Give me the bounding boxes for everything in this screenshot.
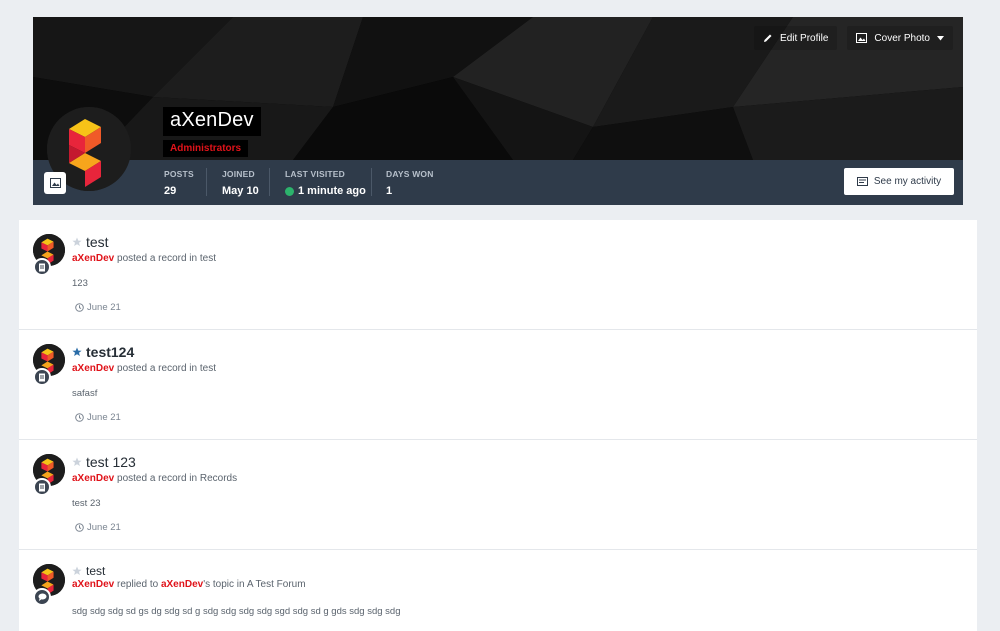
reply-type-badge xyxy=(33,588,51,606)
online-status-icon xyxy=(285,186,294,196)
item-meta: aXenDev posted a record in Records xyxy=(72,473,237,484)
stat-label: Posts xyxy=(164,169,194,179)
activity-item: test124 aXenDev posted a record in test … xyxy=(19,330,977,440)
stat-divider xyxy=(206,168,207,196)
item-body: test 23 xyxy=(72,498,101,509)
author-link[interactable]: aXenDev xyxy=(72,579,114,590)
stat-posts: Posts 29 xyxy=(164,169,194,197)
stat-value: May 10 xyxy=(222,185,259,197)
location-link[interactable]: test xyxy=(200,363,216,374)
stat-days-won: Days Won 1 xyxy=(386,169,434,197)
see-my-activity-button[interactable]: See my activity xyxy=(844,168,954,195)
item-action: posted a record in xyxy=(117,253,198,264)
stat-value: 29 xyxy=(164,185,177,197)
caret-down-icon xyxy=(937,35,944,40)
profile-username: aXenDev xyxy=(163,107,261,136)
star-outline-icon xyxy=(72,237,82,246)
item-time-text: June 21 xyxy=(87,302,121,313)
star-outline-icon xyxy=(72,566,82,575)
item-title-link[interactable]: test xyxy=(86,234,109,250)
item-body: sdg sdg sdg sd gs dg sdg sd g sdg sdg sd… xyxy=(72,606,401,617)
document-icon xyxy=(39,263,45,271)
author-link[interactable]: aXenDev xyxy=(72,253,114,264)
item-title-link[interactable]: test xyxy=(86,564,105,578)
profile-header: Edit Profile Cover Photo aXenDev Adminis… xyxy=(33,17,963,205)
stat-label: Joined xyxy=(222,169,255,179)
item-title-link[interactable]: test 123 xyxy=(86,454,136,470)
item-timestamp[interactable]: June 21 xyxy=(75,522,121,533)
activity-item: test 123 aXenDev posted a record in Reco… xyxy=(19,440,977,550)
location-link[interactable]: A Test Forum xyxy=(247,579,306,590)
image-icon xyxy=(49,178,61,188)
stat-divider xyxy=(269,168,270,196)
item-title-row: test 123 xyxy=(72,454,136,470)
star-outline-icon xyxy=(72,457,82,466)
item-meta: aXenDev replied to aXenDev's topic in A … xyxy=(72,579,306,590)
profile-group: Administrators xyxy=(163,140,249,157)
change-cover-photo-button[interactable] xyxy=(44,172,66,194)
item-title-row: test xyxy=(72,564,105,578)
item-action: replied to xyxy=(117,579,159,590)
clock-icon xyxy=(75,523,84,532)
item-meta: aXenDev posted a record in test xyxy=(72,253,216,264)
header-actions: Edit Profile Cover Photo xyxy=(754,26,953,50)
location-link[interactable]: Records xyxy=(200,473,237,484)
activity-icon xyxy=(856,177,868,186)
document-icon xyxy=(39,483,45,491)
stat-last-visited: Last Visited 1 minute ago xyxy=(285,169,366,197)
clock-icon xyxy=(75,413,84,422)
item-body: 123 xyxy=(72,278,88,289)
author-link[interactable]: aXenDev xyxy=(72,363,114,374)
pencil-icon xyxy=(764,34,772,42)
author-link[interactable]: aXenDev xyxy=(72,473,114,484)
stat-value: 1 xyxy=(386,185,393,197)
edit-profile-label: Edit Profile xyxy=(780,32,829,44)
record-type-badge xyxy=(33,478,51,496)
stat-label: Days Won xyxy=(386,169,434,179)
item-time-text: June 21 xyxy=(87,412,121,423)
target-author-link[interactable]: aXenDev xyxy=(161,579,203,590)
record-type-badge xyxy=(33,368,51,386)
profile-name-block: aXenDev Administrators xyxy=(163,107,261,157)
activity-feed: test aXenDev posted a record in test 123… xyxy=(19,220,977,631)
see-my-activity-label: See my activity xyxy=(873,176,942,187)
activity-item: test aXenDev replied to aXenDev's topic … xyxy=(19,550,977,631)
stat-value: 1 minute ago xyxy=(285,185,366,197)
item-action: posted a record in xyxy=(117,473,198,484)
profile-stats-bar: Posts 29 Joined May 10 Last Visited 1 mi… xyxy=(33,160,963,205)
cover-photo-menu-button[interactable]: Cover Photo xyxy=(847,26,953,50)
item-timestamp[interactable]: June 21 xyxy=(75,302,121,313)
star-filled-icon xyxy=(72,347,82,356)
item-title-link[interactable]: test124 xyxy=(86,344,134,360)
item-title-row: test xyxy=(72,234,109,250)
stat-divider xyxy=(371,168,372,196)
edit-profile-button[interactable]: Edit Profile xyxy=(754,26,838,50)
item-time-text: June 21 xyxy=(87,522,121,533)
item-meta: aXenDev posted a record in test xyxy=(72,363,216,374)
comment-icon xyxy=(38,593,46,601)
stat-joined: Joined May 10 xyxy=(222,169,259,197)
cover-photo-label: Cover Photo xyxy=(874,32,930,44)
clock-icon xyxy=(75,303,84,312)
stat-label: Last Visited xyxy=(285,169,346,179)
item-body: safasf xyxy=(72,388,98,399)
activity-item: test aXenDev posted a record in test 123… xyxy=(19,220,977,330)
record-type-badge xyxy=(33,258,51,276)
item-timestamp[interactable]: June 21 xyxy=(75,412,121,423)
document-icon xyxy=(39,373,45,381)
image-icon xyxy=(856,33,868,43)
item-action-suffix: 's topic in xyxy=(203,579,245,590)
location-link[interactable]: test xyxy=(200,253,216,264)
item-title-row: test124 xyxy=(72,344,134,360)
last-visited-value: 1 minute ago xyxy=(298,185,366,197)
item-action: posted a record in xyxy=(117,363,198,374)
